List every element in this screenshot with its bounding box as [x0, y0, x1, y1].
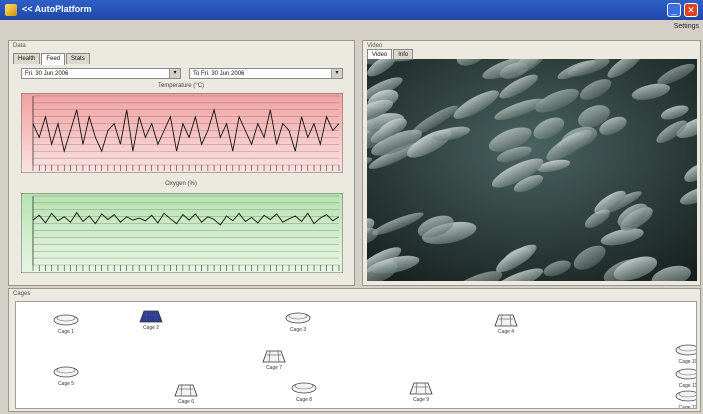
cage-map-canvas: Cage 1 Cage 2 Cage 3 Cage 4 Cage 5 Cage 6 Cage…: [15, 301, 697, 409]
close-button[interactable]: ✕: [684, 3, 698, 17]
round-cage-icon: [675, 368, 696, 380]
cage-frame: [174, 384, 198, 397]
round-cage-icon: [53, 366, 79, 378]
data-tabs: Health Feed Stats: [13, 53, 91, 65]
cage-label: Cage 1: [57, 329, 75, 335]
cage-label: Cage 8: [295, 397, 313, 403]
square-cage-icon: [262, 350, 286, 363]
window-title: << AutoPlatform: [22, 4, 92, 14]
round-cage-icon: [53, 314, 79, 326]
date-from-field[interactable]: Fri. 30 Jun 2006 ▾: [21, 68, 181, 79]
tab-stats[interactable]: Stats: [66, 53, 90, 64]
round-cage-icon: [675, 390, 696, 402]
cage-label: Cage 12: [678, 405, 697, 409]
round-cage-icon: [675, 344, 696, 356]
chart-title-temperature: Temperature (°C): [157, 83, 205, 89]
cage-frame: [494, 314, 518, 327]
cage-label: Cage 4: [497, 329, 515, 335]
video-panel: Video Video Info: [362, 40, 701, 286]
tab-health[interactable]: Health: [13, 53, 41, 64]
minimize-button[interactable]: _: [667, 3, 681, 17]
cage-label: Cage 7: [265, 365, 283, 371]
cage-label: Cage 9: [412, 397, 430, 403]
round-cage-icon: [291, 382, 317, 394]
cage-label: Cage 3: [289, 327, 307, 333]
round-cage-icon: [285, 312, 311, 324]
cage-label: Cage 2: [142, 325, 160, 331]
date-from-value: Fri. 30 Jun 2006: [25, 71, 69, 77]
oxygen-chart: [21, 193, 343, 273]
chart-title-oxygen: Oxygen (%): [165, 181, 197, 187]
temperature-chart-svg: [21, 93, 343, 173]
square-cage-icon: [174, 384, 198, 397]
cages-panel-caption: Cages: [13, 291, 31, 297]
cage-frame: [139, 310, 163, 323]
cage-item[interactable]: Cage 9: [401, 378, 441, 403]
square-cage-icon: [494, 314, 518, 327]
cage-label: Cage 6: [177, 399, 195, 405]
date-to-value: Fri. 30 Jun 2006: [201, 71, 245, 77]
cage-item[interactable]: Cage 12: [668, 386, 697, 409]
app-icon: [5, 4, 17, 16]
cage-item[interactable]: Cage 5: [46, 362, 86, 387]
date-from-dropdown-icon[interactable]: ▾: [169, 69, 180, 78]
cage-item[interactable]: Cage 2: [131, 306, 171, 331]
cage-item[interactable]: Cage 4: [486, 310, 526, 335]
cage-item[interactable]: Cage 7: [254, 346, 294, 371]
cage-frame: [409, 382, 433, 395]
title-bar: << AutoPlatform _ ✕: [0, 0, 703, 20]
fish-video-image: [367, 59, 697, 281]
temperature-chart: [21, 93, 343, 173]
oxygen-chart-svg: [21, 193, 343, 273]
data-panel-caption: Data: [13, 43, 26, 49]
date-to-prefix: To: [193, 71, 200, 77]
plot-background: [21, 193, 343, 273]
tab-feed[interactable]: Feed: [41, 53, 66, 65]
cage-item[interactable]: Cage 10: [668, 340, 696, 365]
date-to-field[interactable]: To Fri. 30 Jun 2006 ▾: [189, 68, 343, 79]
cage-item[interactable]: Cage 8: [284, 378, 324, 403]
cage-item[interactable]: Cage 3: [278, 308, 318, 333]
cage-item[interactable]: Cage 6: [166, 380, 206, 405]
cage-frame: [262, 350, 286, 363]
settings-menu[interactable]: Settings: [674, 23, 699, 30]
square-cage-icon: [139, 310, 163, 323]
date-to-dropdown-icon[interactable]: ▾: [331, 69, 342, 78]
video-frame[interactable]: [367, 59, 697, 281]
cage-label: Cage 5: [57, 381, 75, 387]
cages-panel: Cages Cage 1 Cage 2 Cage 3 Cage 4 Cage 5 Cage…: [8, 288, 701, 412]
square-cage-icon: [409, 382, 433, 395]
data-panel: Data Health Feed Stats Fri. 30 Jun 2006 …: [8, 40, 355, 286]
cage-item[interactable]: Cage 1: [46, 310, 86, 335]
